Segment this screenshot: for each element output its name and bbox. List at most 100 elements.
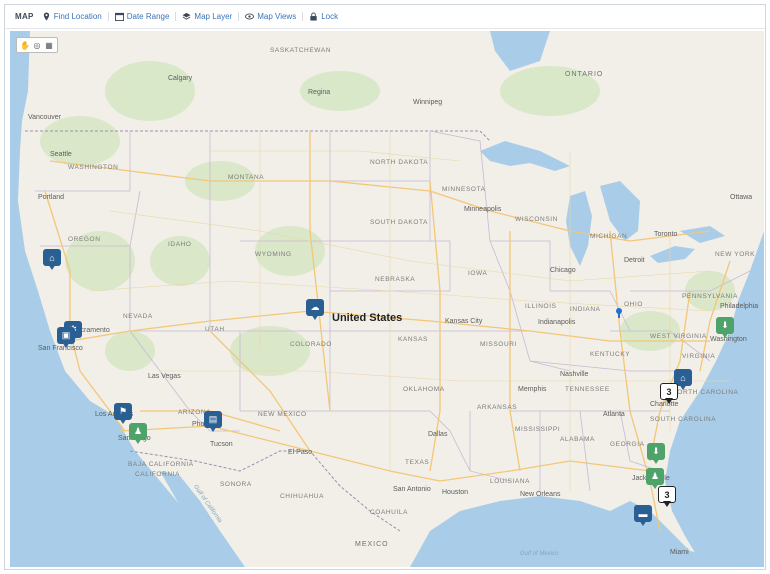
state-label: OKLAHOMA [403, 386, 445, 393]
city-label: Houston [442, 489, 469, 496]
map-tool-controls: ✋ ◎ ▦ [16, 37, 58, 53]
map-toolbar: MAP Find Location Date Range Map Layer M… [5, 5, 765, 29]
state-label: MINNESOTA [442, 186, 486, 193]
state-label: COLORADO [290, 341, 333, 348]
state-label: MISSISSIPPI [515, 426, 561, 433]
map-layer-button[interactable]: Map Layer [182, 12, 240, 21]
map-views-label: Map Views [257, 12, 297, 21]
map-marker[interactable]: ▤ [204, 411, 222, 433]
map-marker[interactable]: ☁ [306, 299, 324, 321]
map-marker[interactable]: ▬ [634, 505, 652, 527]
map-widget: MAP Find Location Date Range Map Layer M… [4, 4, 766, 570]
calendar-icon [114, 12, 124, 21]
eye-icon [245, 13, 255, 20]
state-label: ALABAMA [560, 436, 595, 443]
date-range-button[interactable]: Date Range [114, 12, 177, 21]
lock-label: Lock [321, 12, 339, 21]
map-canvas[interactable]: ✋ ◎ ▦ ONTARIO MEXICO United States WASHI… [10, 31, 764, 567]
find-location-label: Find Location [53, 12, 102, 21]
cluster-marker[interactable]: 3 [660, 383, 678, 405]
state-label: MISSOURI [480, 341, 517, 348]
state-label: PENNSYLVANIA [682, 293, 739, 300]
circle-select-icon[interactable]: ◎ [32, 40, 42, 50]
state-label: COAHUILA [370, 509, 409, 516]
state-label: CALIFORNIA [135, 471, 181, 478]
state-label: MICHIGAN [590, 233, 628, 240]
sea-label: Gulf of Mexico [520, 551, 559, 557]
state-label: IOWA [468, 270, 488, 277]
state-label: BAJA CALIFORNIA [128, 461, 194, 468]
city-label: Nashville [560, 371, 589, 378]
state-label: NEW MEXICO [258, 411, 307, 418]
state-label: KANSAS [398, 336, 428, 343]
city-label: Detroit [624, 257, 645, 264]
state-label: GEORGIA [610, 441, 645, 448]
country-label: ONTARIO [565, 71, 604, 78]
city-label: Toronto [654, 231, 678, 238]
city-label: Tucson [210, 441, 233, 448]
city-label: Las Vegas [148, 373, 181, 380]
state-label: LOUISIANA [490, 478, 531, 485]
country-label-main: United States [332, 312, 403, 324]
map-marker[interactable]: ⬇ [647, 443, 665, 465]
state-label: VIRGINIA [682, 353, 716, 360]
state-label: TENNESSEE [565, 386, 610, 393]
cluster-marker[interactable]: 3 [658, 486, 676, 508]
city-label: Portland [38, 194, 65, 201]
location-pin-icon[interactable] [616, 308, 622, 318]
map-title: MAP [15, 12, 34, 21]
city-label: Indianapolis [538, 319, 576, 326]
lock-button[interactable]: Lock [309, 12, 344, 21]
state-label: UTAH [205, 326, 225, 333]
city-label: Minneapolis [464, 206, 502, 213]
lock-icon [310, 12, 317, 21]
state-label: WYOMING [255, 251, 292, 258]
city-label: Regina [308, 89, 331, 96]
map-marker[interactable]: ⬇ [716, 317, 734, 339]
state-label: OHIO [624, 301, 644, 308]
state-label: NEW YORK [715, 251, 756, 258]
city-label: Dallas [428, 431, 448, 438]
location-pin-icon [43, 12, 49, 21]
map-views-button[interactable]: Map Views [245, 12, 304, 21]
city-label: Vancouver [28, 114, 61, 121]
hand-pan-icon[interactable]: ✋ [20, 40, 30, 50]
city-label: Kansas City [445, 318, 483, 325]
state-label: INDIANA [570, 306, 601, 313]
find-location-button[interactable]: Find Location [42, 12, 109, 21]
state-label: CHIHUAHUA [280, 493, 325, 500]
state-label: ARKANSAS [477, 404, 518, 411]
city-label: New Orleans [520, 491, 561, 498]
state-label: NEVADA [123, 313, 153, 320]
state-label: TEXAS [405, 459, 430, 466]
city-label: Philadelphia [720, 303, 759, 310]
map-marker[interactable]: ♟ [129, 423, 147, 445]
state-label: WISCONSIN [515, 216, 558, 223]
state-label: SASKATCHEWAN [270, 47, 332, 54]
state-label: KENTUCKY [590, 351, 631, 358]
city-label: Ottawa [730, 194, 753, 201]
city-label: San Antonio [393, 486, 431, 493]
city-label: Seattle [50, 151, 72, 158]
city-label: El Paso [288, 449, 313, 456]
state-label: NORTH DAKOTA [370, 159, 429, 166]
state-label: SOUTH CAROLINA [650, 416, 717, 423]
city-label: Atlanta [603, 411, 625, 418]
state-label: WEST VIRGINIA [650, 333, 707, 340]
country-label: MEXICO [355, 541, 389, 548]
square-select-icon[interactable]: ▦ [44, 40, 54, 50]
city-label: Memphis [518, 386, 547, 393]
map-marker[interactable]: ⚑ [114, 403, 132, 425]
map-marker[interactable]: ▣ [57, 327, 75, 349]
state-label: IDAHO [168, 241, 192, 248]
city-label: Miami [670, 549, 689, 556]
city-label: Chicago [550, 267, 576, 274]
map-marker[interactable]: ⌂ [43, 249, 61, 271]
state-label: SONORA [220, 481, 252, 488]
city-label: Calgary [168, 75, 193, 82]
state-label: SOUTH DAKOTA [370, 219, 429, 226]
date-range-label: Date Range [126, 12, 170, 21]
state-label: ILLINOIS [525, 303, 557, 310]
layers-icon [182, 12, 191, 20]
map-layer-label: Map Layer [194, 12, 233, 21]
